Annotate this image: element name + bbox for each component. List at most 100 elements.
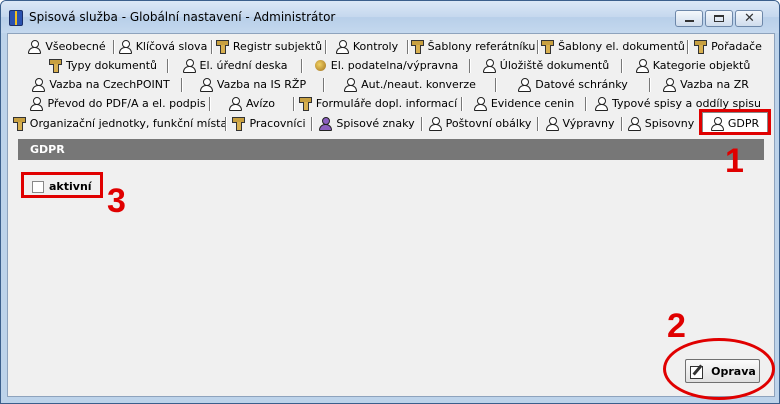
minimize-icon [685,20,694,22]
tab-label: Avízo [246,97,275,110]
tab-label: Vazba na CzechPOINT [49,78,170,91]
maximize-icon [714,15,724,22]
title-bar[interactable]: Spisová služba - Globální nastavení - Ad… [1,1,779,33]
person-icon [518,78,532,92]
tab-label: Typy dokumentů [66,59,157,72]
callout-box-gdpr-tab [699,109,771,135]
tab-label: Datové schránky [535,78,628,91]
pencil-icon [410,40,424,54]
person-icon [335,40,349,54]
tab-label: Pracovníci [249,117,306,130]
pencil-icon [12,117,26,131]
close-button[interactable]: ✕ [735,10,763,27]
section-header: GDPR [18,139,764,160]
tab-sablony-el-dokumentu[interactable]: Šablony el. dokumentů [538,37,689,56]
tab-vazba-is-rzp[interactable]: Vazba na IS RŽP [182,75,325,94]
person-icon [319,117,333,131]
tab-label: Registr subjektů [232,40,323,53]
tab-label: Klíčová slova [135,40,208,53]
person-icon [627,117,641,131]
callout-number-2: 2 [667,307,686,345]
tab-label: Šablony el. dokumentů [558,40,685,53]
tab-vypravny[interactable]: Výpravny [538,114,623,133]
edit-icon [689,364,705,379]
tab-label: Šablony referátníku [427,40,536,53]
minimize-button[interactable] [675,10,703,27]
tab-evidence-cenin[interactable]: Evidence cenin [462,94,587,113]
tab-registr-subjektu[interactable]: Registr subjektů [212,37,327,56]
tab-label: Vazba na ZR [680,78,749,91]
group-icon [314,59,327,72]
tab-organizacni-jednotky[interactable]: Organizační jednotky, funkční místa [12,114,228,133]
tab-pracovnici[interactable]: Pracovníci [226,114,313,133]
pencil-icon [694,40,708,54]
tab-label: Aut./neaut. konverze [361,78,476,91]
tab-kontroly[interactable]: Kontroly [326,37,409,56]
person-icon [545,117,559,131]
oprava-button[interactable]: Oprava [685,359,760,383]
person-icon [473,97,487,111]
tab-postovni-obalky[interactable]: Poštovní obálky [422,114,539,133]
person-icon [30,97,44,111]
person-icon [663,78,677,92]
tab-label: Spisové znaky [336,117,415,130]
tab-typy-dokumentu[interactable]: Typy dokumentů [38,56,169,75]
tab-label: Kategorie objektů [652,59,751,72]
app-icon [9,10,23,26]
tab-poradace[interactable]: Pořadače [688,37,768,56]
pencil-icon [49,59,63,73]
tab-spisovny[interactable]: Spisovny [622,114,701,133]
tab-el-uredni-deska[interactable]: El. úřední deska [168,56,303,75]
person-icon [28,40,42,54]
tab-formulare-dopl-informaci[interactable]: Formuláře dopl. informací [294,94,463,113]
person-icon [344,78,358,92]
tab-klicova-slova[interactable]: Klíčová slova [114,37,213,56]
tab-el-podatelna[interactable]: El. podatelna/výpravna [302,56,471,75]
callout-number-1: 1 [725,142,744,180]
tab-label: Organizační jednotky, funkční místa [29,117,228,130]
tab-label: Převod do PDF/A a el. podpis [47,97,206,110]
oprava-button-label: Oprava [711,364,756,378]
tab-label: Vazba na IS RŽP [216,78,307,91]
person-icon [182,59,196,73]
pencil-icon [298,97,312,111]
pencil-icon [541,40,555,54]
person-icon [635,59,649,73]
person-icon [118,40,132,54]
tab-label: Poštovní obálky [445,117,532,130]
pencil-icon [215,40,229,54]
tab-label: El. podatelna/výpravna [330,59,459,72]
maximize-button[interactable] [705,10,733,27]
tab-label: Spisovny [644,117,695,130]
close-icon: ✕ [744,11,755,26]
tab-label: Formuláře dopl. informací [315,97,458,110]
tab-vseobecne[interactable]: Všeobecné [20,37,115,56]
pencil-icon [232,117,246,131]
person-icon [428,117,442,131]
tab-aut-neaut-konverze[interactable]: Aut./neaut. konverze [324,75,497,94]
tab-vazba-czechpoint[interactable]: Vazba na CzechPOINT [20,75,183,94]
tab-prevod-pdfa[interactable]: Převod do PDF/A a el. podpis [26,94,211,113]
callout-number-3: 3 [107,182,126,220]
tab-label: Kontroly [352,40,399,53]
tab-label: Pořadače [711,40,762,53]
person-icon [482,59,496,73]
tab-uloziste-dokumentu[interactable]: Úložiště dokumentů [470,56,623,75]
person-icon [32,78,46,92]
person-icon [229,97,243,111]
main-window: Spisová služba - Globální nastavení - Ad… [0,0,780,404]
person-icon [199,78,213,92]
callout-box-checkbox [21,172,103,198]
tab-spisove-znaky[interactable]: Spisové znaky [312,114,423,133]
tab-vazba-zr[interactable]: Vazba na ZR [650,75,762,94]
tab-sablony-referatniku[interactable]: Šablony referátníku [408,37,539,56]
tab-label: Úložiště dokumentů [499,59,610,72]
person-icon [594,97,608,111]
tab-label: Všeobecné [45,40,106,53]
tab-label: El. úřední deska [199,59,288,72]
tab-datove-schranky[interactable]: Datové schránky [496,75,651,94]
tab-kategorie-objektu[interactable]: Kategorie objektů [622,56,764,75]
tab-label: Evidence cenin [490,97,575,110]
window-title: Spisová služba - Globální nastavení - Ad… [29,10,336,24]
tab-avizo[interactable]: Avízo [210,94,295,113]
